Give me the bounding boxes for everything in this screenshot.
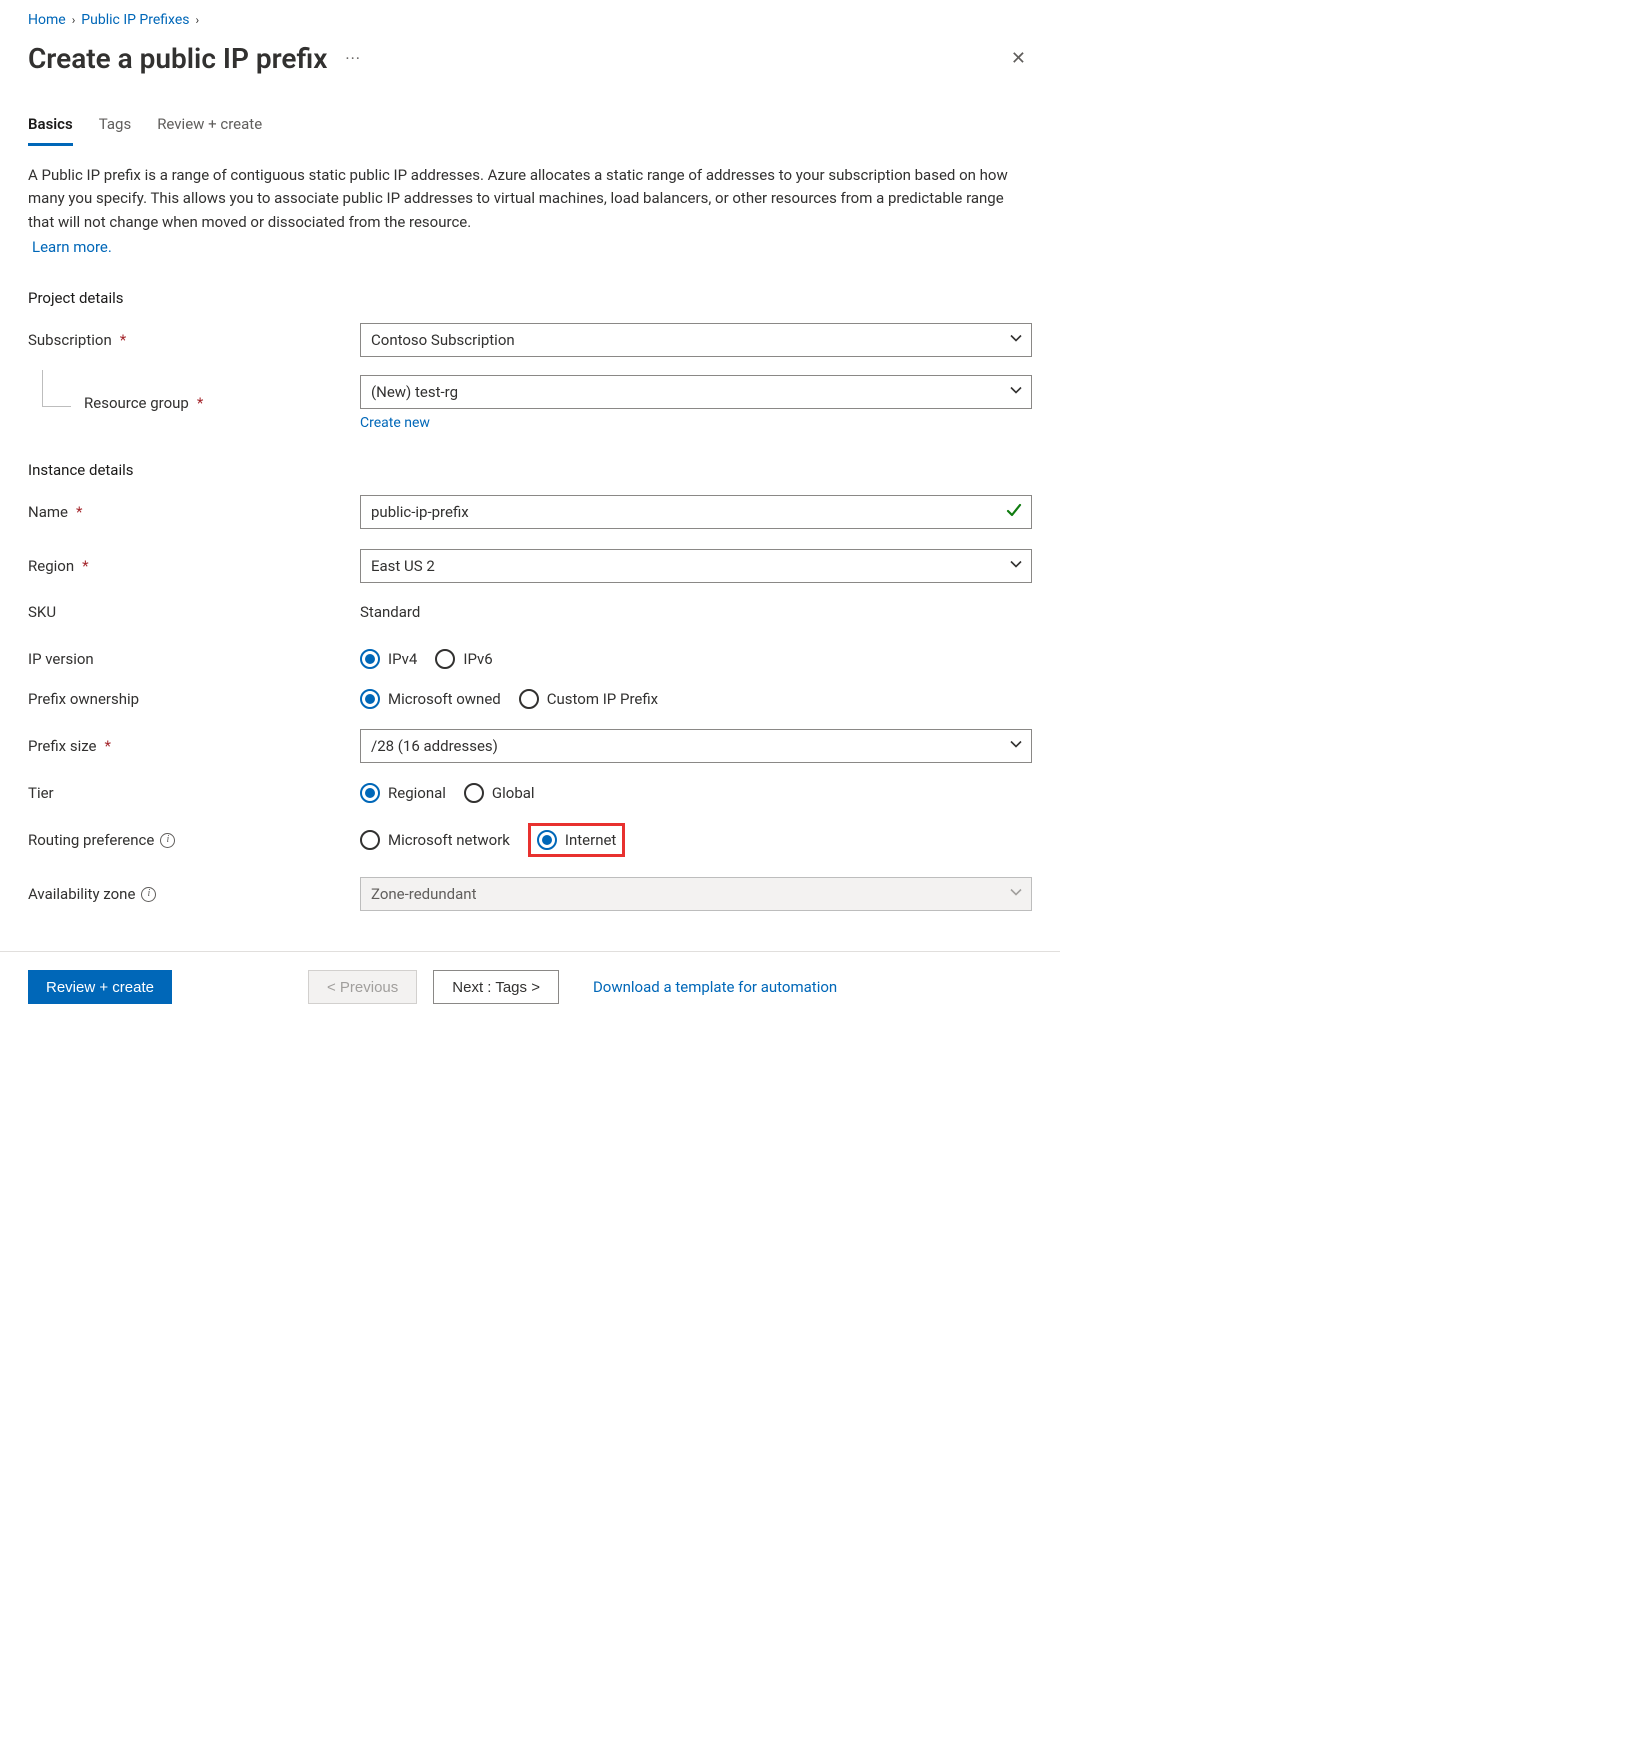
section-project-details: Project details — [28, 289, 1032, 307]
label-resource-group: Resource group* — [28, 394, 360, 412]
tab-basics[interactable]: Basics — [28, 115, 73, 146]
tab-review-create[interactable]: Review + create — [157, 115, 262, 146]
review-create-button[interactable]: Review + create — [28, 970, 172, 1004]
label-region: Region* — [28, 557, 360, 575]
chevron-right-icon: › — [72, 13, 76, 27]
label-ip-version: IP version — [28, 650, 360, 668]
highlight-routing-internet: Internet — [528, 823, 625, 857]
subscription-select[interactable]: Contoso Subscription — [360, 323, 1032, 357]
info-icon[interactable]: i — [160, 833, 175, 848]
radio-regional[interactable]: Regional — [360, 783, 446, 803]
learn-more-link[interactable]: Learn more. — [32, 236, 112, 259]
radio-global[interactable]: Global — [464, 783, 535, 803]
prefix-size-select[interactable]: /28 (16 addresses) — [360, 729, 1032, 763]
label-availability-zone: Availability zone i — [28, 885, 360, 903]
download-template-link[interactable]: Download a template for automation — [593, 978, 837, 996]
radio-internet[interactable]: Internet — [537, 830, 616, 850]
label-subscription: Subscription* — [28, 331, 360, 349]
label-routing-preference: Routing preference i — [28, 831, 360, 849]
tabs: Basics Tags Review + create — [28, 115, 1032, 146]
label-sku: SKU — [28, 603, 360, 621]
info-icon[interactable]: i — [141, 887, 156, 902]
radio-ipv6[interactable]: IPv6 — [435, 649, 492, 669]
radio-custom-prefix[interactable]: Custom IP Prefix — [519, 689, 658, 709]
page-title: Create a public IP prefix — [28, 42, 327, 75]
breadcrumb: Home › Public IP Prefixes › — [28, 12, 1032, 28]
create-new-link[interactable]: Create new — [360, 415, 430, 431]
radio-microsoft-owned[interactable]: Microsoft owned — [360, 689, 501, 709]
sku-value: Standard — [360, 603, 420, 621]
name-input[interactable]: public-ip-prefix — [360, 495, 1032, 529]
section-instance-details: Instance details — [28, 461, 1032, 479]
chevron-right-icon: › — [196, 13, 200, 27]
radio-ipv4[interactable]: IPv4 — [360, 649, 417, 669]
radio-microsoft-network[interactable]: Microsoft network — [360, 830, 510, 850]
label-prefix-ownership: Prefix ownership — [28, 690, 360, 708]
label-name: Name* — [28, 503, 360, 521]
breadcrumb-public-ip-prefixes[interactable]: Public IP Prefixes — [81, 12, 189, 28]
availability-zone-select: Zone-redundant — [360, 877, 1032, 911]
breadcrumb-home[interactable]: Home — [28, 12, 66, 28]
label-prefix-size: Prefix size* — [28, 737, 360, 755]
close-icon[interactable]: ✕ — [1005, 42, 1032, 75]
more-actions-icon[interactable]: ··· — [345, 49, 361, 68]
region-select[interactable]: East US 2 — [360, 549, 1032, 583]
tab-tags[interactable]: Tags — [99, 115, 131, 146]
label-tier: Tier — [28, 784, 360, 802]
footer: Review + create < Previous Next : Tags >… — [0, 951, 1060, 1022]
description-text: A Public IP prefix is a range of contigu… — [28, 164, 1032, 259]
check-icon — [1006, 502, 1022, 522]
previous-button: < Previous — [308, 970, 417, 1004]
next-button[interactable]: Next : Tags > — [433, 970, 559, 1004]
resource-group-select[interactable]: (New) test-rg — [360, 375, 1032, 409]
